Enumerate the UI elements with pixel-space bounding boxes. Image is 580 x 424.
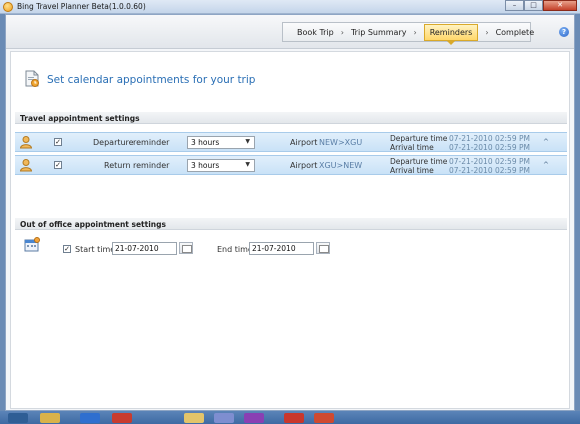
departure-enable-checkbox[interactable]: ✓ <box>54 138 62 146</box>
explorer-icon[interactable] <box>40 413 60 423</box>
start-orb-icon[interactable] <box>8 413 28 423</box>
close-button[interactable]: ✕ <box>543 0 577 11</box>
window-controls: – □ ✕ <box>505 0 577 11</box>
return-times: Departure time 07-21-2010 02:59 PM Arriva… <box>390 157 530 175</box>
app-window-icon[interactable] <box>214 413 234 423</box>
main-panel: Set calendar appointments for your trip … <box>10 51 570 409</box>
collapse-icon[interactable]: ^ <box>543 161 549 169</box>
wizard-steps: Book Trip › Trip Summary › Reminders › C… <box>282 22 534 45</box>
step-separator: › <box>413 27 417 37</box>
departure-reminder-row: ✓ Departure reminder 3 hours ▼ Airport N… <box>15 132 567 152</box>
window-title: Bing Travel Planner Beta(1.0.0.60) <box>17 2 146 11</box>
dropdown-arrow-icon: ▼ <box>245 138 250 145</box>
collapse-icon[interactable]: ^ <box>543 138 549 146</box>
arrival-time-value: 07-21-2010 02:59 PM <box>449 166 530 175</box>
app-window-icon[interactable] <box>244 413 264 423</box>
title-bar: Bing Travel Planner Beta(1.0.0.60) – □ ✕ <box>0 0 580 14</box>
departure-route: NEW>XGU <box>319 138 363 147</box>
wizard-bar: Book Trip › Trip Summary › Reminders › C… <box>6 15 574 49</box>
app-client: Book Trip › Trip Summary › Reminders › C… <box>5 14 575 411</box>
taskbar <box>0 411 580 424</box>
end-time-label: End time <box>217 245 253 254</box>
step-separator: › <box>485 27 489 37</box>
departure-time-value: 07-21-2010 02:59 PM <box>449 157 530 166</box>
app-window-icon[interactable] <box>284 413 304 423</box>
return-reminder-select[interactable]: 3 hours ▼ <box>187 159 255 172</box>
departure-times: Departure time 07-21-2010 02:59 PM Arriva… <box>390 134 530 152</box>
calendar-picker-icon[interactable] <box>316 242 330 254</box>
selected-value: 3 hours <box>191 138 220 147</box>
start-date-input[interactable]: 21-07-2010 <box>112 242 177 255</box>
end-date-input[interactable]: 21-07-2010 <box>249 242 314 255</box>
departure-reminder-select[interactable]: 3 hours ▼ <box>187 136 255 149</box>
out-of-office-icon <box>24 237 40 252</box>
airport-label: Airport <box>290 161 318 170</box>
ooo-settings-heading: Out of office appointment settings <box>15 218 567 230</box>
ooo-enable-checkbox[interactable]: ✓ <box>63 245 71 253</box>
maximize-button[interactable]: □ <box>524 0 543 11</box>
arrival-time-label: Arrival time <box>390 166 434 175</box>
media-icon[interactable] <box>112 413 132 423</box>
step-trip-summary[interactable]: Trip Summary <box>351 28 407 37</box>
dropdown-arrow-icon: ▼ <box>245 161 250 168</box>
minimize-button[interactable]: – <box>505 0 524 11</box>
person-icon <box>19 136 33 149</box>
browser-icon[interactable] <box>80 413 100 423</box>
step-complete[interactable]: Complete <box>496 28 535 37</box>
calendar-reminder-icon <box>25 70 39 87</box>
reminder-label: reminder <box>133 138 170 147</box>
arrival-time-label: Arrival time <box>390 143 434 152</box>
departure-time-value: 07-21-2010 02:59 PM <box>449 134 530 143</box>
departure-time-label: Departure time <box>390 157 448 166</box>
return-direction-label: Return <box>104 161 131 170</box>
step-book-trip[interactable]: Book Trip <box>297 28 334 37</box>
folder-icon[interactable] <box>184 413 204 423</box>
travel-settings-heading: Travel appointment settings <box>15 112 567 124</box>
departure-direction-label: Departure <box>93 138 134 147</box>
app-window-icon[interactable] <box>314 413 334 423</box>
step-separator: › <box>340 27 344 37</box>
arrival-time-value: 07-21-2010 02:59 PM <box>449 143 530 152</box>
return-reminder-row: ✓ Return reminder 3 hours ▼ Airport XGU>… <box>15 155 567 175</box>
start-time-label: Start time <box>75 245 116 254</box>
return-route: XGU>NEW <box>319 161 363 170</box>
reminder-label: reminder <box>133 161 170 170</box>
person-icon <box>19 159 33 172</box>
airport-label: Airport <box>290 138 318 147</box>
help-icon[interactable]: ? <box>559 27 569 37</box>
page-title: Set calendar appointments for your trip <box>47 74 256 86</box>
step-reminders[interactable]: Reminders <box>423 23 479 45</box>
app-icon <box>3 2 13 12</box>
selected-value: 3 hours <box>191 161 220 170</box>
return-enable-checkbox[interactable]: ✓ <box>54 161 62 169</box>
calendar-picker-icon[interactable] <box>179 242 193 254</box>
departure-time-label: Departure time <box>390 134 448 143</box>
